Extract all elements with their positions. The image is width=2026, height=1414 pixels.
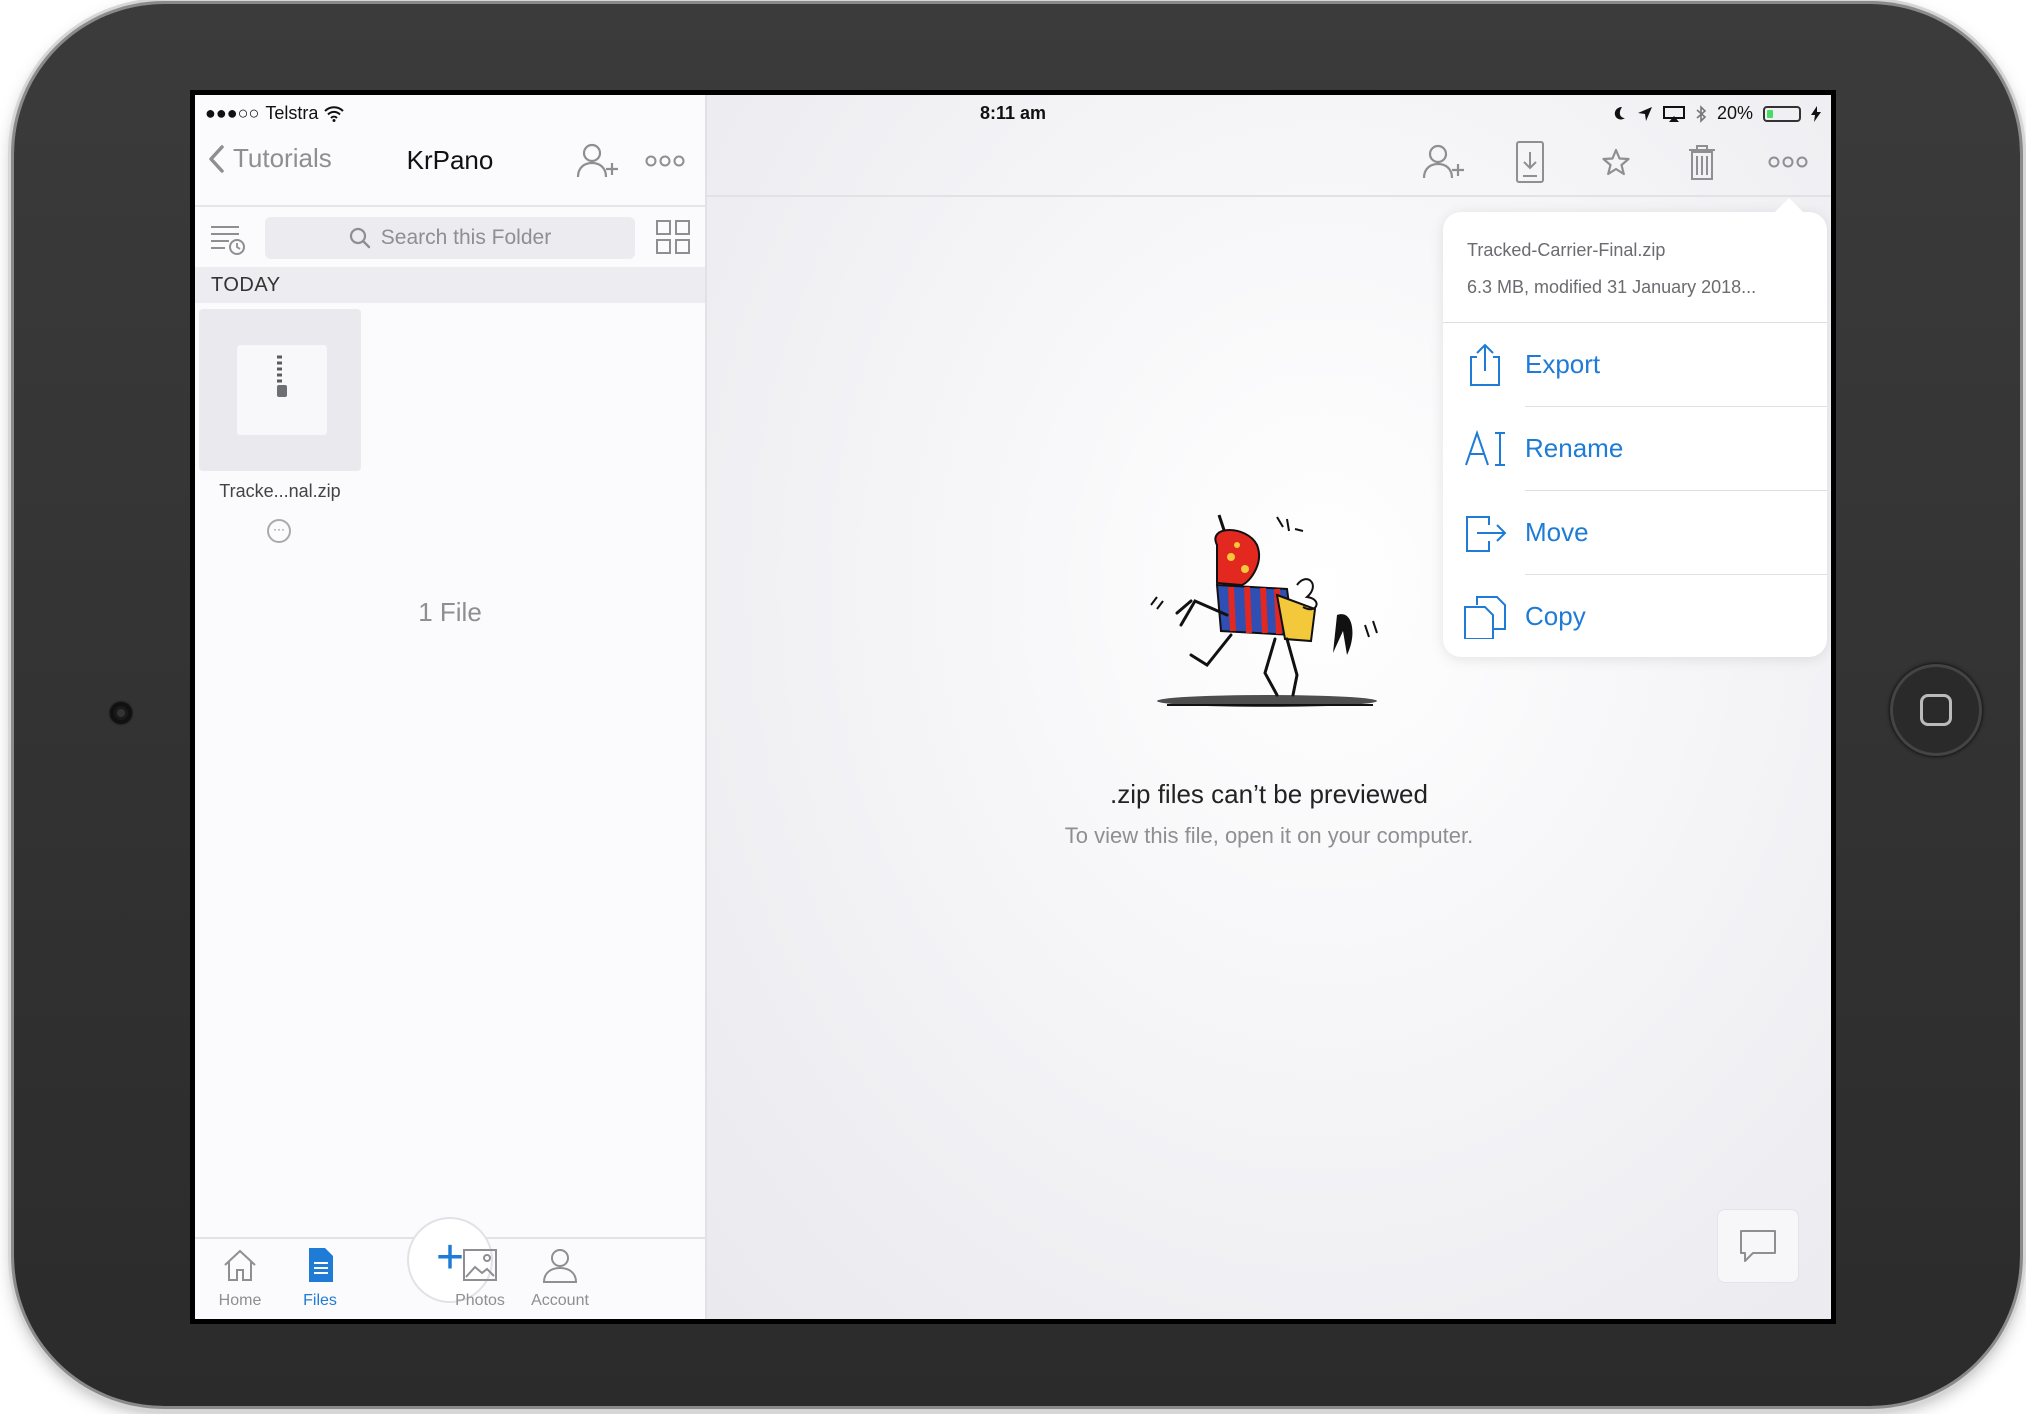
menu-item-copy[interactable]: Copy <box>1443 575 1827 659</box>
add-person-icon[interactable] <box>575 141 621 181</box>
files-icon <box>309 1248 333 1282</box>
airplay-icon <box>1662 105 1685 122</box>
moon-icon <box>1614 106 1625 119</box>
trash-icon <box>1689 145 1715 180</box>
move-icon <box>1466 516 1507 552</box>
home-icon <box>224 1249 256 1281</box>
battery-fill <box>1767 109 1773 118</box>
front-camera <box>110 702 132 724</box>
search-input[interactable]: Search this Folder <box>265 217 635 259</box>
tab-bar: Home Files + Photos Account <box>195 1217 705 1319</box>
sort-recent-icon[interactable] <box>209 221 247 257</box>
comment-icon <box>1740 1230 1776 1262</box>
file-thumbnail[interactable] <box>199 309 361 471</box>
download-to-device-icon <box>1516 141 1544 183</box>
unicorn-illustration <box>1150 514 1378 707</box>
location-icon <box>1637 106 1652 121</box>
export-icon <box>1470 343 1500 386</box>
battery-percent: 20% <box>1716 103 1753 123</box>
file-actions-popover: Tracked-Carrier-Final.zip 6.3 MB, modifi… <box>1443 198 1827 659</box>
tab-files-label: Files <box>303 1292 337 1309</box>
more-options-icon <box>1768 156 1808 168</box>
star-icon <box>1602 148 1630 176</box>
chevron-left-icon <box>209 144 224 173</box>
screen: Tutorials KrPano Search this Folder TODA… <box>190 90 1836 1324</box>
tab-home-label: Home <box>218 1292 262 1309</box>
file-more-button[interactable]: ··· <box>267 519 291 543</box>
tab-home[interactable]: Home <box>195 1245 285 1310</box>
more-button[interactable] <box>1765 139 1811 185</box>
tab-photos-label: Photos <box>455 1292 505 1309</box>
tab-account[interactable]: Account <box>515 1245 605 1310</box>
folder-nav-bar: Tutorials KrPano <box>195 129 705 195</box>
preview-message-title: .zip files can’t be previewed <box>1110 779 1428 809</box>
rename-icon <box>1465 429 1505 466</box>
tab-files[interactable]: Files <box>275 1245 365 1310</box>
document-page <box>237 345 327 435</box>
app-screen: Tutorials KrPano Search this Folder TODA… <box>195 95 1831 1319</box>
section-header-today: TODAY <box>195 267 705 303</box>
delete-button[interactable] <box>1679 139 1725 185</box>
search-icon <box>349 227 370 249</box>
grid-view-icon[interactable] <box>655 219 691 255</box>
tab-account-label: Account <box>531 1292 589 1309</box>
star-button[interactable] <box>1593 139 1639 185</box>
home-button[interactable] <box>1890 664 1982 756</box>
status-time: 8:11 am <box>979 103 1047 123</box>
file-name[interactable]: Tracke...nal.zip <box>195 481 365 502</box>
status-bar: ●●●○○ Telstra 8:11 am 20% <box>195 95 1831 129</box>
menu-item-move[interactable]: Move <box>1443 491 1827 575</box>
battery-icon <box>1763 105 1801 122</box>
search-row: Search this Folder <box>195 205 705 269</box>
menu-item-copy-label: Copy <box>1525 601 1586 631</box>
add-person-icon <box>1422 144 1464 179</box>
menu-item-export-label: Export <box>1525 349 1601 379</box>
offline-button[interactable] <box>1507 139 1553 185</box>
preview-message-subtitle: To view this file, open it on your compu… <box>1064 823 1474 848</box>
folder-pane: Tutorials KrPano Search this Folder TODA… <box>195 95 707 1319</box>
zip-icon <box>277 355 287 397</box>
copy-icon <box>1464 596 1506 639</box>
account-icon <box>542 1249 578 1283</box>
file-count: 1 File <box>418 597 482 627</box>
menu-item-move-label: Move <box>1525 517 1589 547</box>
share-button[interactable] <box>1421 139 1467 185</box>
menu-item-export[interactable]: Export <box>1443 323 1827 407</box>
back-button[interactable]: Tutorials <box>207 143 332 174</box>
preview-toolbar <box>707 129 1831 197</box>
more-options-icon[interactable] <box>645 154 685 168</box>
bluetooth-icon <box>1696 104 1707 123</box>
popover-filename: Tracked-Carrier-Final.zip <box>1467 240 1666 260</box>
comments-button[interactable] <box>1717 1209 1799 1283</box>
menu-item-rename-label: Rename <box>1525 433 1624 463</box>
popover-file-meta: 6.3 MB, modified 31 January 2018... <box>1467 277 1757 297</box>
photos-icon <box>463 1249 497 1281</box>
back-label: Tutorials <box>233 143 332 173</box>
search-placeholder: Search this Folder <box>380 226 552 249</box>
charging-icon <box>1811 105 1821 122</box>
tab-photos[interactable]: Photos <box>435 1245 525 1310</box>
menu-item-rename[interactable]: Rename <box>1443 407 1827 491</box>
